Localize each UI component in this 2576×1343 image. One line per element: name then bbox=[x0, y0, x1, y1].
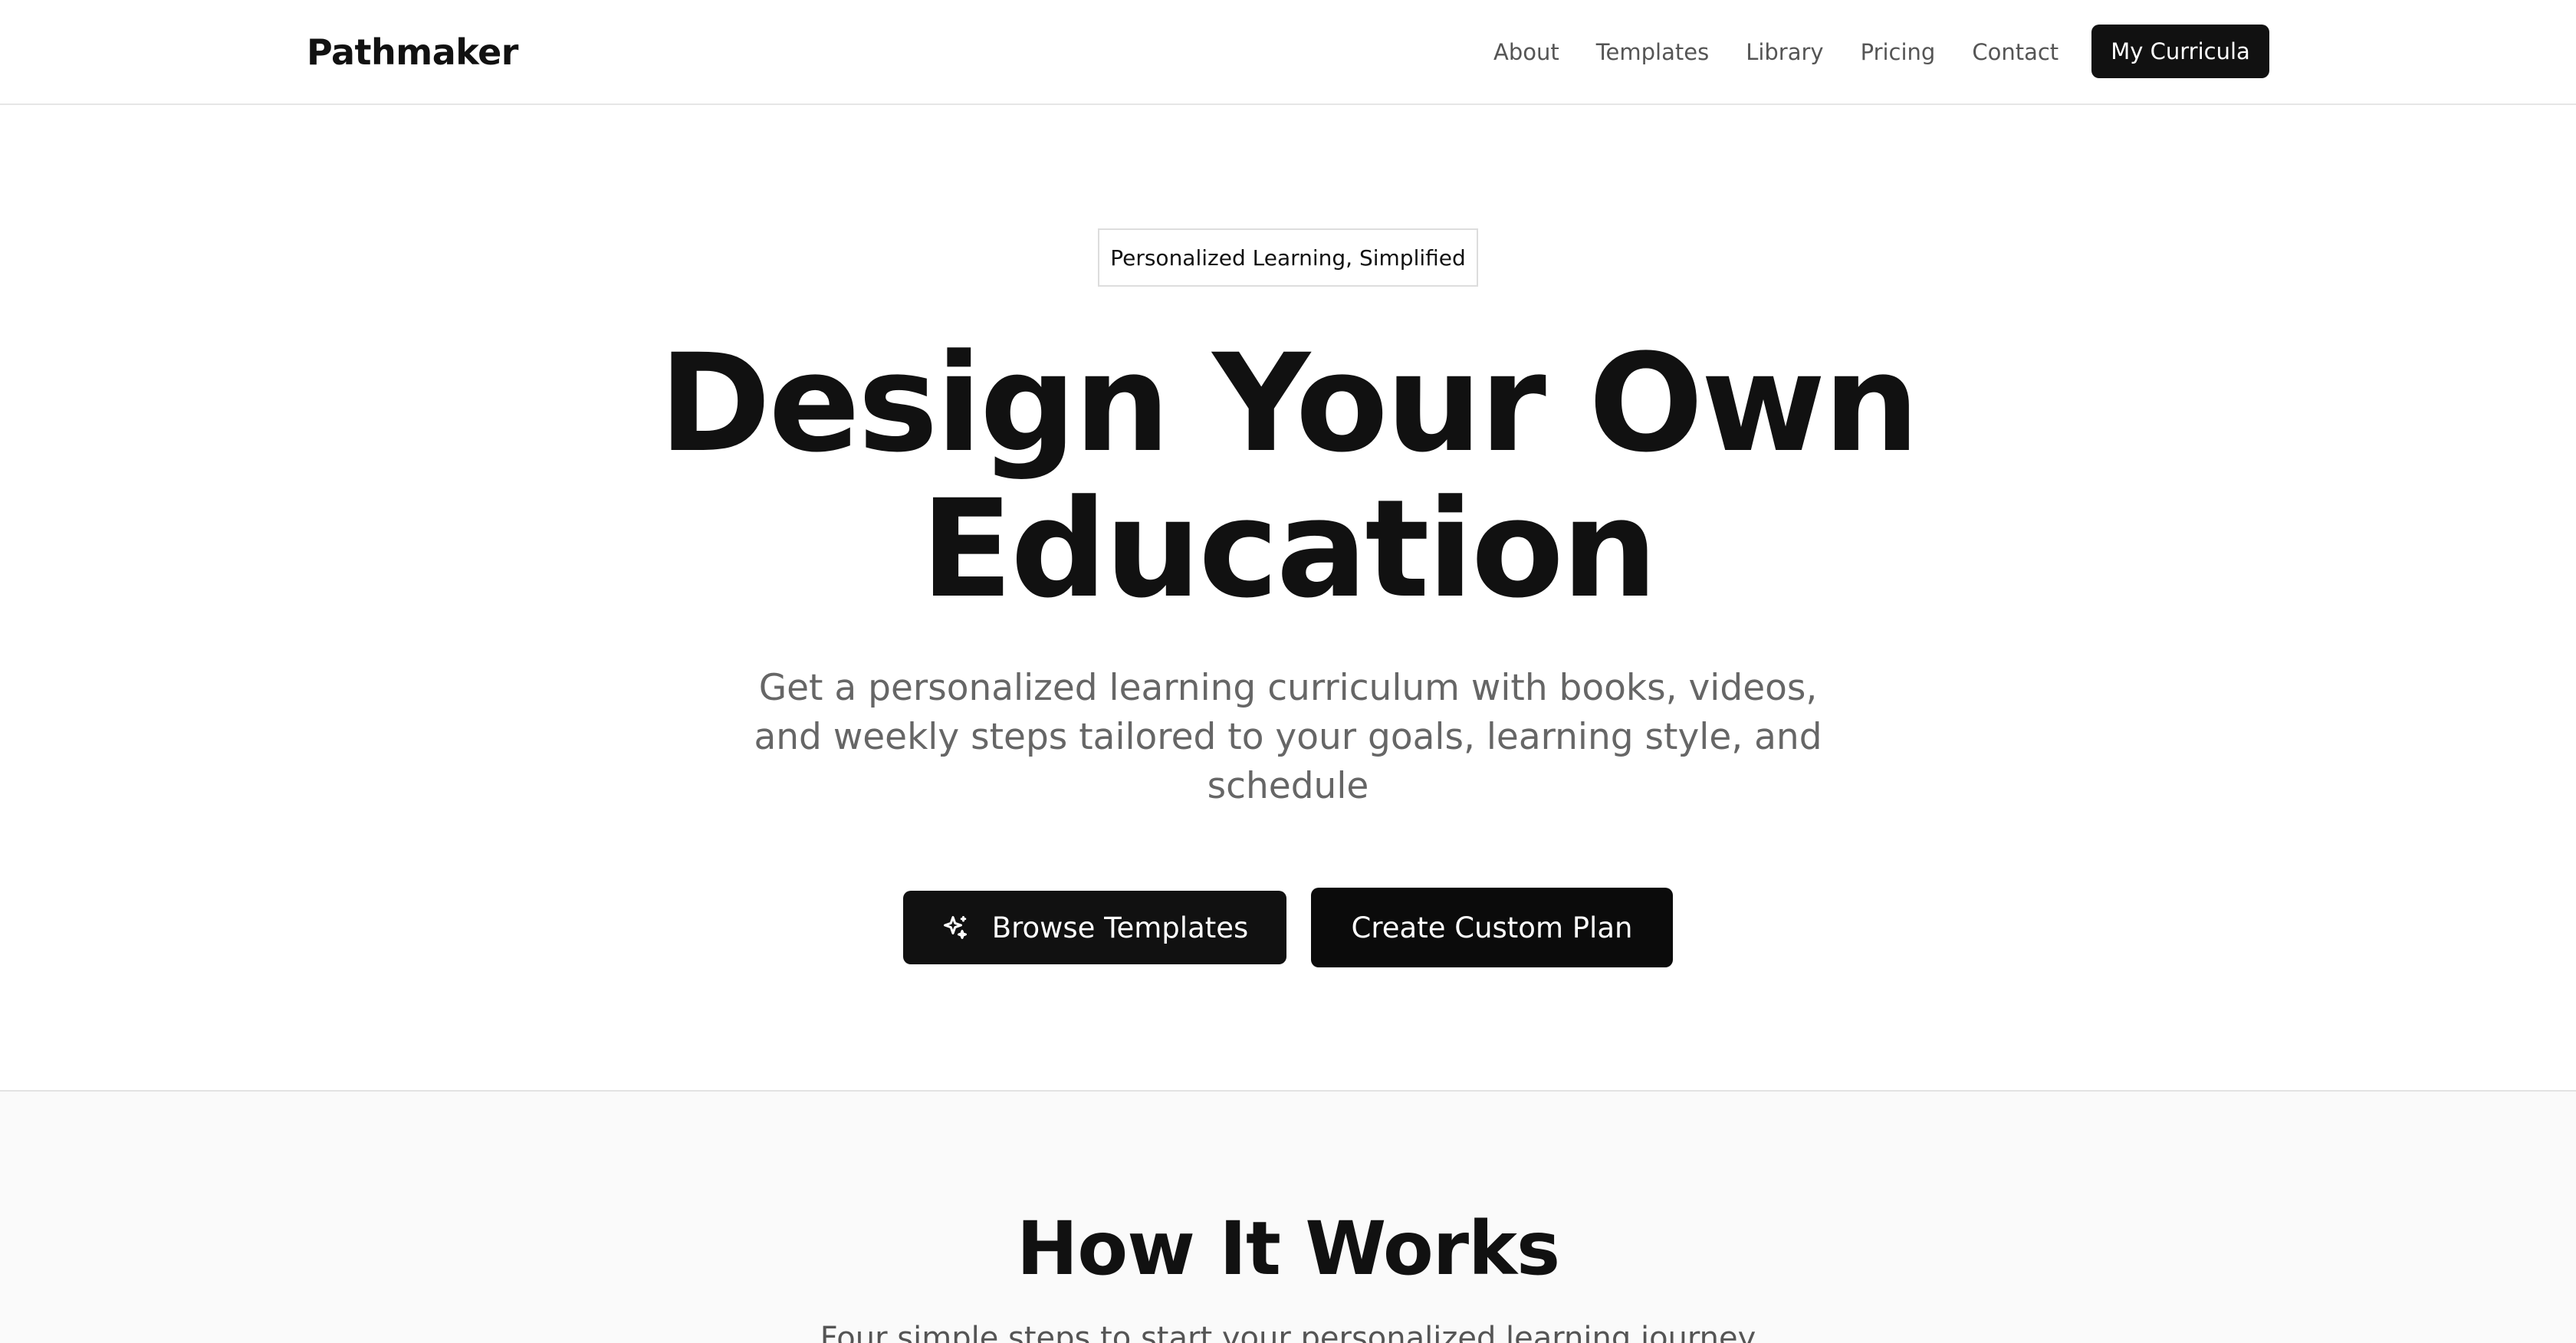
hero-badge: Personalized Learning, Simplified bbox=[1098, 228, 1478, 287]
nav-link-templates[interactable]: Templates bbox=[1596, 35, 1709, 69]
nav-link-contact[interactable]: Contact bbox=[1972, 35, 2058, 69]
browse-templates-label: Browse Templates bbox=[991, 911, 1249, 944]
hero-title-line-2: Education bbox=[920, 471, 1658, 628]
create-custom-plan-button[interactable]: Create Custom Plan bbox=[1311, 888, 1673, 967]
hero-title: Design Your Own Education bbox=[521, 331, 2055, 622]
how-it-works-section: How It Works Four simple steps to start … bbox=[0, 1090, 2576, 1343]
site-header: Pathmaker About Templates Library Pricin… bbox=[0, 0, 2576, 105]
my-curricula-button[interactable]: My Curricula bbox=[2091, 25, 2269, 78]
how-it-works-subtitle: Four simple steps to start your personal… bbox=[820, 1321, 1756, 1343]
logo[interactable]: Pathmaker bbox=[307, 29, 518, 75]
nav-link-pricing[interactable]: Pricing bbox=[1861, 35, 1936, 69]
how-it-works-title: How It Works bbox=[1016, 1206, 1560, 1292]
nav-link-library[interactable]: Library bbox=[1746, 35, 1823, 69]
sparkle-icon bbox=[941, 914, 969, 941]
main-nav: About Templates Library Pricing Contact bbox=[1493, 35, 2058, 69]
nav-link-about[interactable]: About bbox=[1493, 35, 1559, 69]
hero-title-line-1: Design Your Own bbox=[659, 325, 1919, 482]
hero-subtitle: Get a personalized learning curriculum w… bbox=[754, 667, 1822, 807]
browse-templates-button[interactable]: Browse Templates bbox=[903, 891, 1286, 964]
